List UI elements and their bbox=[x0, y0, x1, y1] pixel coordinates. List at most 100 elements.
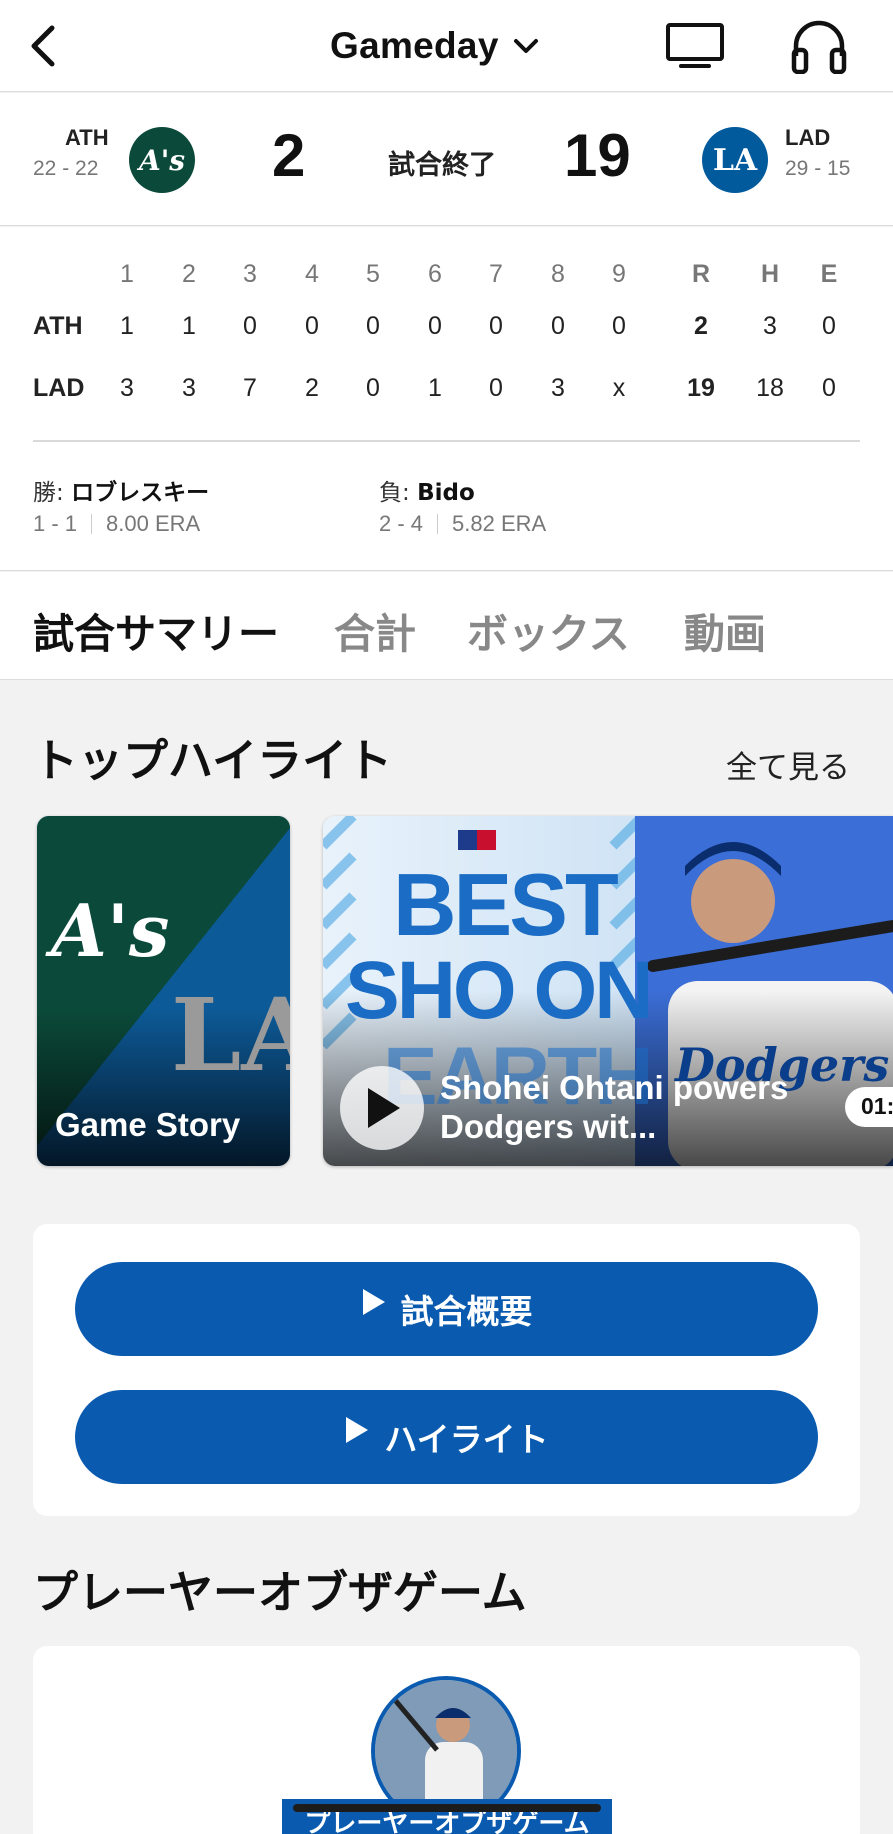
game-recap-label: 試合概要 bbox=[400, 1292, 533, 1331]
inning-header: 4 bbox=[305, 260, 319, 288]
score-header: ATH 22 - 22 A's 2 試合終了 19 LA LAD 29 - 15 bbox=[0, 93, 893, 226]
inning-runs: 0 bbox=[366, 374, 380, 402]
tab-game-summary[interactable]: 試合サマリー bbox=[33, 600, 279, 660]
inning-header: 7 bbox=[489, 260, 503, 288]
game-story-label: Game Story bbox=[55, 1106, 241, 1143]
linescore-team: ATH bbox=[33, 312, 83, 340]
dodgers-logo-text: LA bbox=[712, 142, 758, 178]
inning-header: 1 bbox=[120, 260, 134, 288]
totals-header: R bbox=[691, 260, 711, 288]
divider bbox=[437, 514, 439, 534]
back-button[interactable] bbox=[22, 22, 62, 70]
tab-box-score[interactable]: ボックス bbox=[467, 600, 630, 660]
top-nav: Gameday bbox=[0, 0, 893, 92]
total-runs: 2 bbox=[694, 312, 708, 340]
headphones-icon bbox=[791, 20, 847, 74]
home-team-logo: LA bbox=[702, 127, 768, 193]
tab-totals[interactable]: 合計 bbox=[334, 600, 416, 660]
inning-runs: x bbox=[612, 374, 626, 402]
badge-overlay-bar bbox=[293, 1804, 601, 1812]
tv-button[interactable] bbox=[662, 18, 728, 74]
highlights-label: ハイライト bbox=[384, 1420, 549, 1459]
inning-header: 5 bbox=[366, 260, 380, 288]
athletics-logo: A's bbox=[51, 888, 170, 973]
totals-header: H bbox=[760, 260, 780, 288]
inning-header: 6 bbox=[428, 260, 442, 288]
inning-runs: 7 bbox=[243, 374, 257, 402]
total-hits: 3 bbox=[763, 312, 777, 340]
video-duration: 01: bbox=[845, 1087, 893, 1127]
inning-header: 8 bbox=[551, 260, 565, 288]
top-highlights-title: トップハイライト bbox=[33, 734, 393, 787]
winning-pitcher-name: ロブレスキー bbox=[71, 480, 210, 506]
play-icon bbox=[362, 1289, 385, 1315]
inning-runs: 0 bbox=[305, 312, 319, 340]
tab-videos[interactable]: 動画 bbox=[684, 600, 766, 660]
home-team-record: 29 - 15 bbox=[785, 157, 851, 180]
tab-bar: 試合サマリー 合計 ボックス 動画 bbox=[0, 572, 893, 680]
inning-runs: 0 bbox=[489, 312, 503, 340]
player-of-game-title: プレーヤーオブザゲーム bbox=[33, 1566, 527, 1619]
highlight-video-card[interactable]: BEST SHO ON EARTH Dodgers Shohei Ohtani … bbox=[323, 816, 893, 1166]
game-story-card[interactable]: A's LA Game Story bbox=[37, 816, 290, 1166]
athletics-logo-text: A's bbox=[138, 143, 186, 177]
inning-header: 3 bbox=[243, 260, 257, 288]
thumbnail-text-sho-on: SHO ON bbox=[345, 945, 653, 1036]
game-recap-button[interactable]: 試合概要 bbox=[75, 1262, 818, 1356]
inning-runs: 0 bbox=[243, 312, 257, 340]
total-errors: 0 bbox=[822, 312, 836, 340]
gameday-dropdown[interactable]: Gameday bbox=[330, 18, 539, 74]
totals-header: E bbox=[820, 260, 838, 288]
chevron-left-icon bbox=[31, 25, 55, 67]
video-title: Shohei Ohtani powers Dodgers wit... bbox=[440, 1069, 789, 1145]
winning-pitcher[interactable]: 勝: ロブレスキー bbox=[33, 473, 209, 507]
losing-pitcher-record: 2 - 4 bbox=[379, 511, 424, 536]
inning-runs: 0 bbox=[489, 374, 503, 402]
losing-pitcher-stats: 2 - 4 5.82 ERA bbox=[379, 511, 546, 537]
audio-button[interactable] bbox=[788, 16, 850, 76]
play-button[interactable] bbox=[340, 1066, 424, 1150]
home-team-abbr: LAD bbox=[785, 125, 831, 150]
home-score: 19 bbox=[564, 122, 631, 189]
away-score: 2 bbox=[272, 122, 306, 189]
losing-pitcher[interactable]: 負: Bido bbox=[379, 473, 475, 507]
away-team-abbr: ATH bbox=[65, 125, 109, 150]
inning-runs: 0 bbox=[366, 312, 380, 340]
inning-runs: 0 bbox=[612, 312, 626, 340]
total-runs: 19 bbox=[687, 374, 715, 402]
winning-pitcher-record: 1 - 1 bbox=[33, 511, 78, 536]
inning-runs: 3 bbox=[120, 374, 134, 402]
divider bbox=[91, 514, 93, 534]
see-all-link[interactable]: 全て見る bbox=[726, 742, 850, 787]
inning-header: 9 bbox=[612, 260, 626, 288]
away-team-record: 22 - 22 bbox=[33, 157, 99, 180]
dodgers-logo: LA bbox=[171, 976, 290, 1094]
linescore: 1 2 3 4 5 6 7 8 9 R H E ATH 1 1 0 0 0 0 0 0 0 2 3 0 LAD 3 3 7 2 0 1 0 3 x 1… bbox=[0, 227, 893, 571]
winning-pitcher-stats: 1 - 1 8.00 ERA bbox=[33, 511, 200, 537]
play-icon bbox=[346, 1417, 369, 1443]
winning-pitcher-prefix: 勝: bbox=[33, 480, 64, 506]
linescore-team: LAD bbox=[33, 374, 85, 402]
inning-runs: 0 bbox=[428, 312, 442, 340]
play-icon bbox=[368, 1088, 400, 1128]
linescore-divider bbox=[33, 440, 860, 442]
tv-icon bbox=[666, 23, 724, 68]
inning-header: 2 bbox=[182, 260, 196, 288]
thumbnail-text-best: BEST bbox=[393, 855, 619, 954]
inning-runs: 1 bbox=[182, 312, 196, 340]
inning-runs: 1 bbox=[428, 374, 442, 402]
inning-runs: 0 bbox=[551, 312, 565, 340]
losing-pitcher-era: 5.82 ERA bbox=[452, 511, 547, 536]
total-errors: 0 bbox=[822, 374, 836, 402]
inning-runs: 3 bbox=[182, 374, 196, 402]
total-hits: 18 bbox=[756, 374, 784, 402]
losing-pitcher-prefix: 負: bbox=[379, 480, 410, 506]
game-status: 試合終了 bbox=[388, 150, 496, 181]
chevron-down-icon bbox=[513, 39, 538, 53]
player-of-game-card[interactable]: プレーヤーオブザゲーム bbox=[33, 1646, 860, 1834]
highlights-button[interactable]: ハイライト bbox=[75, 1390, 818, 1484]
away-team-logo: A's bbox=[129, 127, 195, 193]
inning-runs: 2 bbox=[305, 374, 319, 402]
winning-pitcher-era: 8.00 ERA bbox=[106, 511, 201, 536]
losing-pitcher-name: Bido bbox=[417, 480, 475, 506]
